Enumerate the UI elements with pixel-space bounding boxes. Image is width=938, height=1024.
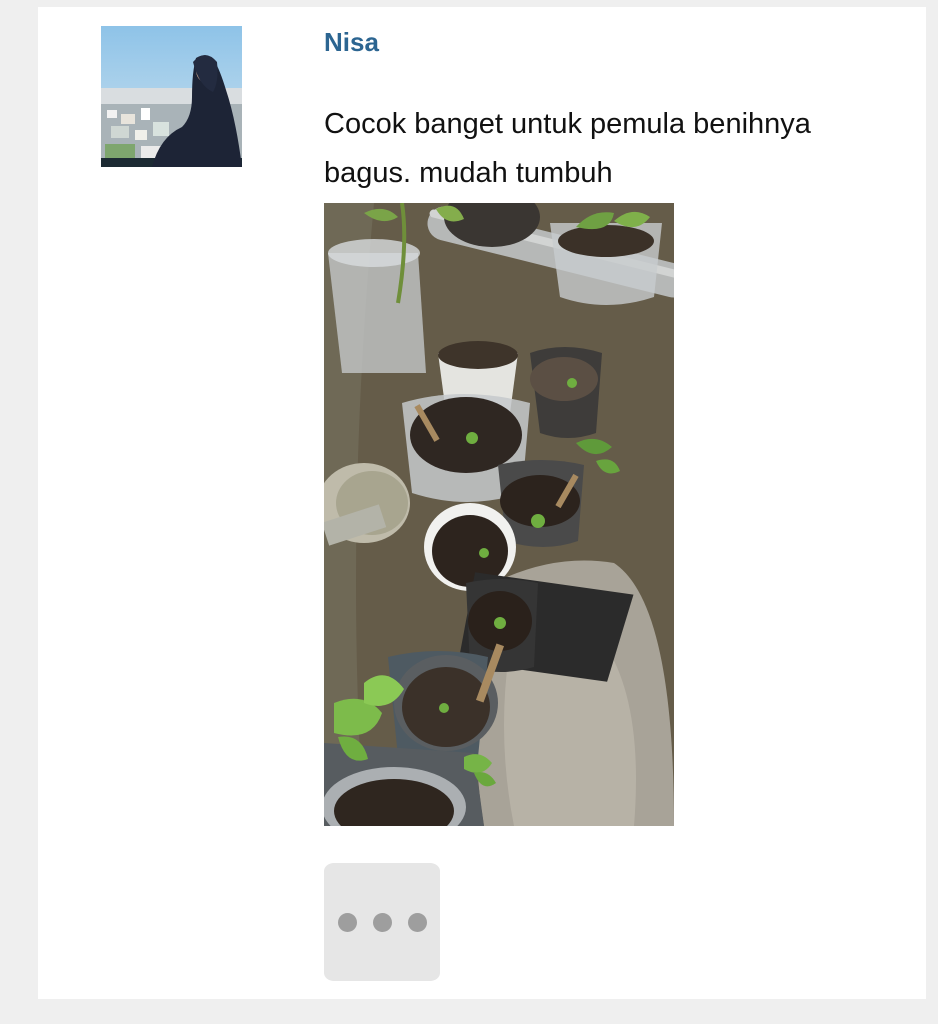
review-text: Cocok banget untuk pemula benihnya bagus…	[324, 108, 811, 189]
review-author-name[interactable]: Nisa	[324, 27, 379, 58]
review-photo[interactable]	[324, 203, 674, 826]
ellipsis-dot-icon	[372, 912, 392, 932]
ellipsis-dot-icon	[407, 912, 427, 932]
ellipsis-dot-icon	[337, 912, 357, 932]
review-card: Nisa Cocok banget untuk pemula benihnya …	[38, 7, 926, 999]
more-photos-button[interactable]	[324, 863, 440, 981]
user-avatar[interactable]	[101, 26, 242, 167]
potted-seedlings-photo-icon	[324, 203, 674, 826]
avatar-photo-icon	[101, 26, 242, 167]
